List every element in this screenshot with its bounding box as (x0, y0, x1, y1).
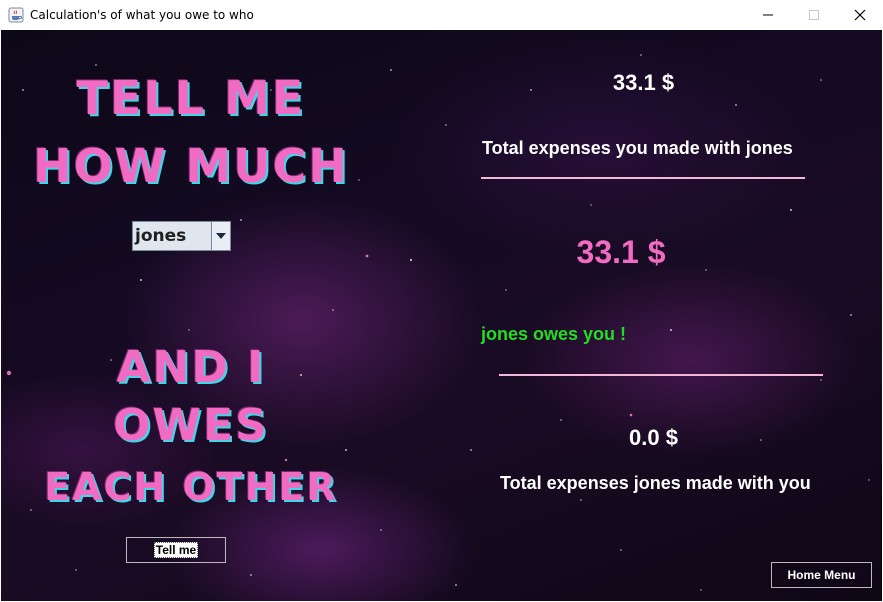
home-menu-button[interactable]: Home Menu (771, 562, 872, 588)
person-select-value: jones (133, 222, 212, 250)
their-total-value: 0.0 $ (629, 425, 678, 450)
window-title: Calculation's of what you owe to who (30, 8, 254, 22)
tell-me-button-label: Tell me (153, 542, 199, 558)
minimize-button[interactable] (745, 0, 791, 30)
headline-line2: how much (33, 139, 349, 193)
close-button[interactable] (837, 0, 883, 30)
minimize-icon (763, 14, 773, 16)
main-panel: Tell me how much jones And I owes each o… (1, 30, 882, 601)
title-bar: Calculation's of what you owe to who (0, 0, 883, 30)
subline-line3: each other (44, 465, 338, 509)
person-select[interactable]: jones (132, 221, 231, 251)
subline-line1: And I (116, 342, 266, 393)
my-total-value: 33.1 $ (612, 70, 675, 95)
tell-me-button[interactable]: Tell me (126, 537, 226, 563)
chevron-down-icon[interactable] (212, 222, 230, 250)
maximize-icon (809, 10, 819, 20)
my-total-label: Total expenses you made with jones (482, 138, 793, 158)
subline-line2: owes (113, 400, 269, 451)
their-total-label: Total expenses jones made with you (500, 473, 811, 493)
window-controls (745, 0, 883, 30)
app-window: Calculation's of what you owe to who TEL… (0, 0, 883, 602)
balance-value: 33.1 $ (576, 234, 666, 270)
balance-message: jones owes you ! (481, 324, 627, 344)
close-icon (854, 9, 866, 21)
headline-line1: Tell me (76, 71, 306, 125)
divider-bottom (499, 374, 823, 376)
maximize-button[interactable] (791, 0, 837, 30)
divider-top (481, 177, 805, 179)
java-cup-icon (8, 7, 24, 23)
